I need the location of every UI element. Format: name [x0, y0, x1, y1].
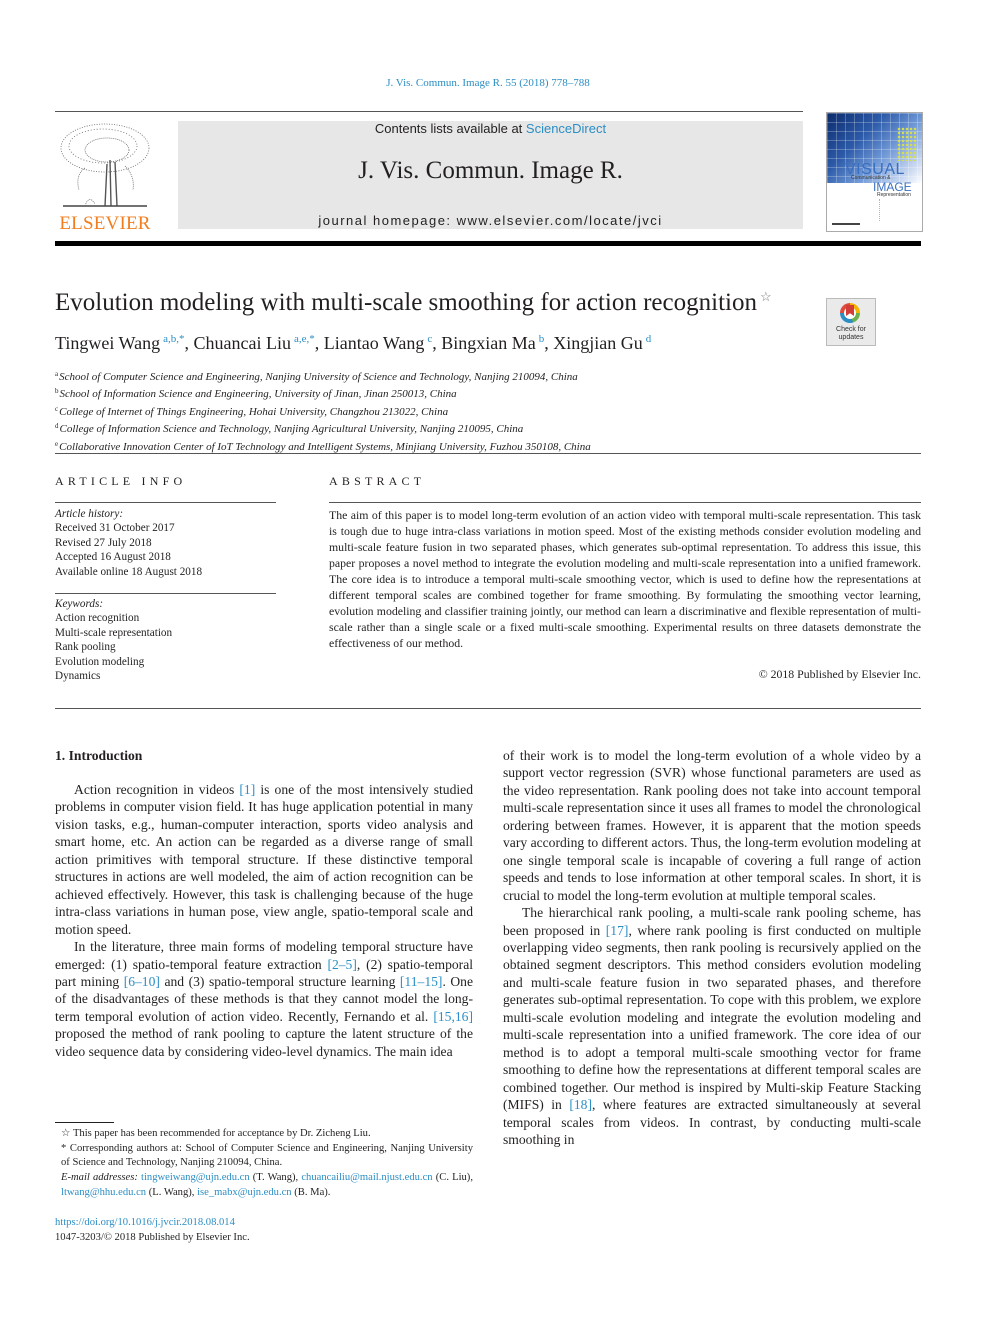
doi-link[interactable]: https://doi.org/10.1016/j.jvcir.2018.08.… [55, 1217, 235, 1228]
cover-text-representation: Representation [877, 192, 911, 198]
journal-cover-thumbnail[interactable]: VISUAL Communication & IMAGE Representat… [826, 112, 923, 232]
cover-footer [832, 223, 860, 225]
contents-prefix: Contents lists available at [374, 121, 526, 136]
section-rule [55, 453, 921, 454]
author-affiliation-marks[interactable]: a,e,* [294, 333, 315, 345]
footnote-corresponding: * Corresponding authors at: School of Co… [61, 1142, 473, 1169]
paragraph: Action recognition in videos [1] is one … [55, 782, 473, 937]
author-name[interactable]: Chuancai Liu [193, 333, 290, 353]
citation-ref[interactable]: [15,16] [433, 1009, 473, 1024]
title-footnote-star[interactable]: ☆ [760, 289, 772, 304]
journal-banner: Contents lists available at ScienceDirec… [178, 121, 803, 229]
author-affiliation-marks[interactable]: a,b,* [163, 333, 184, 345]
body-column-left: 1. Introduction Action recognition in vi… [55, 747, 473, 1060]
elsevier-logo[interactable]: ELSEVIER [55, 120, 155, 235]
author-name[interactable]: Tingwei Wang [55, 333, 160, 353]
abstract-bottom-rule [55, 708, 921, 709]
doi-block: https://doi.org/10.1016/j.jvcir.2018.08.… [55, 1216, 250, 1245]
author-name[interactable]: Liantao Wang [324, 333, 425, 353]
keywords-label: Keywords: [55, 598, 104, 610]
keyword-item: Action recognition [55, 612, 140, 625]
journal-homepage[interactable]: journal homepage: www.elsevier.com/locat… [178, 213, 803, 228]
citation-ref[interactable]: [1] [239, 782, 255, 797]
abstract-text: The aim of this paper is to model long-t… [329, 508, 921, 650]
email-link[interactable]: ltwang@hhu.edu.cn [61, 1187, 146, 1198]
keyword-item: Multi-scale representation [55, 626, 173, 639]
citation-ref[interactable]: [2–5] [327, 957, 356, 972]
footnote-rule [55, 1122, 114, 1123]
paragraph: In the literature, three main forms of m… [55, 939, 474, 1059]
elsevier-tree-icon [60, 123, 150, 207]
check-updates-label: Check for updates [836, 326, 866, 341]
citation-ref[interactable]: [11–15] [400, 974, 443, 989]
author-affiliation-marks[interactable]: c [427, 333, 432, 345]
journal-title: J. Vis. Commun. Image R. [358, 157, 623, 184]
abstract-rule [329, 502, 921, 503]
check-for-updates-button[interactable]: Check for updates [826, 298, 876, 346]
keywords-rule [55, 593, 276, 594]
history-item: Accepted 16 August 2018 [55, 551, 171, 564]
journal-citation-link[interactable]: J. Vis. Commun. Image R. 55 (2018) 778–7… [0, 77, 976, 89]
email-link[interactable]: ise_mabx@ujn.edu.cn [197, 1187, 292, 1198]
article-info-heading: ARTICLE INFO [55, 474, 187, 488]
author-name[interactable]: Bingxian Ma [441, 333, 536, 353]
keywords-list: Keywords: Action recognition Multi-scale… [55, 597, 172, 683]
affiliation-item: aSchool of Computer Science and Engineer… [55, 370, 578, 383]
sciencedirect-link[interactable]: ScienceDirect [526, 121, 606, 136]
email-link[interactable]: tingweiwang@ujn.edu.cn [141, 1172, 250, 1183]
abstract-heading: ABSTRACT [329, 474, 426, 488]
keyword-item: Evolution modeling [55, 655, 145, 668]
header-thick-rule [55, 241, 921, 246]
body-column-right: of their work is to model the long-term … [503, 747, 921, 1148]
history-item: Available online 18 August 2018 [55, 565, 203, 578]
affiliation-item: cCollege of Internet of Things Engineeri… [55, 404, 449, 418]
citation-ref[interactable]: [6–10] [124, 974, 160, 989]
article-info-rule [55, 502, 276, 503]
author-name[interactable]: Xingjian Gu [553, 333, 643, 353]
keyword-item: Rank pooling [55, 641, 116, 654]
abstract-copyright: © 2018 Published by Elsevier Inc. [758, 667, 921, 681]
contents-line: Contents lists available at ScienceDirec… [178, 121, 803, 136]
cover-dots [897, 127, 917, 161]
article-history: Article history: Received 31 October 201… [55, 507, 202, 579]
author-affiliation-marks[interactable]: d [646, 333, 652, 345]
issn-line: 1047-3203/© 2018 Published by Elsevier I… [55, 1231, 250, 1243]
citation-ref[interactable]: [18] [569, 1097, 592, 1112]
affiliation-item: dCollege of Information Science and Tech… [55, 422, 524, 436]
paragraph: The hierarchical rank pooling, a multi-s… [503, 905, 922, 1147]
paragraph: of their work is to model the long-term … [503, 748, 921, 903]
footnote-emails: E-mail addresses: tingweiwang@ujn.edu.cn… [61, 1172, 473, 1198]
elsevier-wordmark: ELSEVIER [59, 213, 151, 234]
history-label: Article history: [55, 508, 124, 520]
article-title: Evolution modeling with multi-scale smoo… [55, 289, 772, 317]
section-heading-introduction: 1. Introduction [55, 748, 143, 763]
keyword-item: Dynamics [55, 670, 101, 683]
cover-line [879, 199, 881, 221]
author-list: Tingwei Wang a,b,*, Chuancai Liu a,e,*, Li… [55, 333, 652, 353]
history-item: Received 31 October 2017 [55, 522, 175, 535]
citation-ref[interactable]: [17] [606, 923, 629, 938]
header-rule [55, 111, 803, 112]
article-title-text: Evolution modeling with multi-scale smoo… [55, 289, 757, 316]
history-item: Revised 27 July 2018 [55, 536, 152, 549]
affiliation-item: bSchool of Information Science and Engin… [55, 387, 457, 401]
email-link[interactable]: chuancailiu@mail.njust.edu.cn [301, 1172, 432, 1183]
affiliation-item: eCollaborative Innovation Center of IoT … [55, 439, 591, 453]
affiliation-list: aSchool of Computer Science and Engineer… [55, 367, 591, 454]
footnote-star: ☆ This paper has been recommended for ac… [61, 1128, 371, 1139]
author-affiliation-marks[interactable]: b [539, 333, 545, 345]
footnotes: ☆ This paper has been recommended for ac… [55, 1127, 473, 1201]
